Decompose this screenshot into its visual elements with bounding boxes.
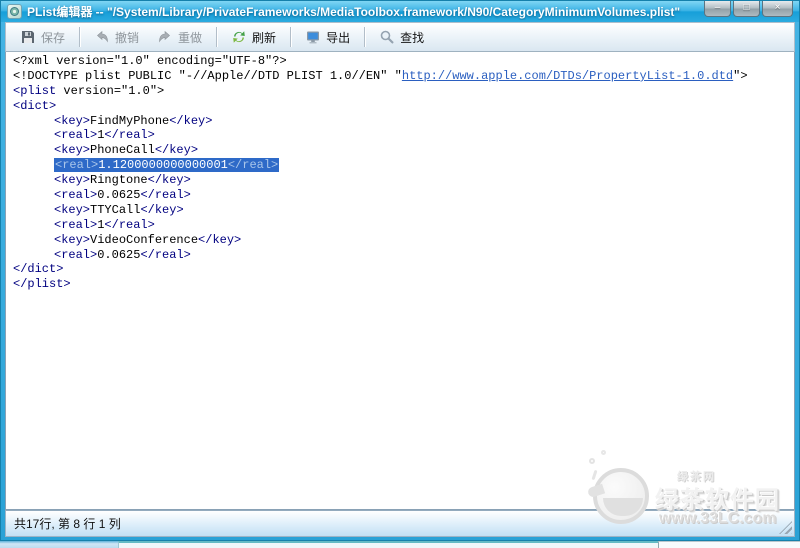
undo-button-label: 撤销 (115, 30, 140, 45)
code-segment: </real> (104, 217, 155, 232)
save-button-label: 保存 (41, 30, 66, 45)
code-segment: <key> (54, 113, 91, 128)
code-segment: </key> (140, 202, 184, 217)
find-button-label: 查找 (400, 30, 425, 45)
code-segment: <?xml version="1.0" encoding="UTF-8"?> (13, 54, 287, 68)
code-segment: VideoConference (90, 232, 199, 247)
window-client-area: 保存 撤销 重做 刷新 导出 查找 <?xml version="1.0" en… (5, 22, 795, 537)
code-segment: version="1.0"> (56, 83, 165, 98)
save-button[interactable]: 保存 (11, 26, 74, 49)
code-segment: <key> (54, 173, 91, 188)
toolbar-separator (290, 27, 292, 47)
code-line[interactable]: <key>TTYCall</key> (13, 203, 794, 218)
code-line[interactable]: <real>0.0625</real> (13, 188, 794, 203)
background-window-segment (118, 541, 658, 548)
toolbar-separator (364, 27, 366, 47)
app-icon (7, 4, 22, 19)
status-bar: 共17行, 第 8 行 1 列 (5, 510, 795, 537)
code-line[interactable]: <!DOCTYPE plist PUBLIC "-//Apple//DTD PL… (13, 69, 794, 84)
code-line[interactable] (13, 292, 794, 307)
code-line[interactable]: <key>Ringtone</key> (13, 173, 794, 188)
save-icon (22, 31, 34, 43)
editor-content: <?xml version="1.0" encoding="UTF-8"?> <!… (5, 52, 795, 510)
code-line[interactable]: </plist> (13, 277, 794, 292)
maximize-button[interactable]: □ (733, 1, 760, 17)
redo-button-label: 重做 (178, 30, 203, 45)
close-button[interactable]: × (762, 1, 793, 17)
window-title: PList编辑器 -- "/System/Library/PrivateFram… (27, 5, 681, 19)
code-segment: </real> (140, 247, 191, 262)
undo-icon (97, 30, 108, 43)
code-segment: </real> (140, 188, 191, 203)
redo-button[interactable]: 重做 (148, 26, 211, 49)
code-segment: <real> (54, 128, 98, 143)
minimize-button[interactable]: – (704, 1, 731, 17)
code-segment: </key> (147, 173, 191, 188)
toolbar-separator (216, 27, 218, 47)
resize-grip[interactable] (779, 521, 792, 534)
code-line[interactable]: <?xml version="1.0" encoding="UTF-8"?> (13, 54, 794, 69)
refresh-button[interactable]: 刷新 (222, 26, 285, 49)
undo-button[interactable]: 撤销 (85, 26, 148, 49)
code-segment: 0.0625 (97, 247, 141, 262)
find-button[interactable]: 查找 (370, 26, 433, 49)
code-line[interactable]: </dict> (13, 262, 794, 277)
refresh-button-label: 刷新 (252, 30, 277, 45)
code-line[interactable]: <real>1</real> (13, 128, 794, 143)
code-segment: </key> (169, 113, 213, 128)
export-icon (307, 31, 320, 44)
refresh-icon (233, 31, 245, 43)
code-segment: <dict> (13, 98, 57, 113)
code-segment: 1.1200000000000001 (98, 158, 228, 173)
code-segment: 0.0625 (97, 188, 141, 203)
code-segment: Ringtone (90, 173, 148, 188)
code-line[interactable]: <real>1</real> (13, 218, 794, 233)
code-segment: <real> (54, 217, 98, 232)
code-line[interactable]: <key>VideoConference</key> (13, 233, 794, 248)
titlebar[interactable]: PList编辑器 -- "/System/Library/PrivateFram… (1, 1, 799, 22)
code-line[interactable]: <key>PhoneCall</key> (13, 143, 794, 158)
background-window-strip (0, 541, 800, 548)
code-line[interactable]: <real>0.0625</real> (13, 248, 794, 263)
code-segment: <key> (54, 202, 91, 217)
plist-editor-window: PList编辑器 -- "/System/Library/PrivateFram… (0, 0, 800, 541)
code-segment: </plist> (13, 277, 71, 292)
code-line-selected[interactable]: <real>1.1200000000000001</real> (13, 158, 794, 173)
window-controls: – □ × (702, 1, 793, 17)
export-button[interactable]: 导出 (296, 26, 359, 49)
code-segment: "> (733, 68, 748, 83)
code-editor[interactable]: <?xml version="1.0" encoding="UTF-8"?> <!… (13, 54, 794, 509)
code-segment: FindMyPhone (90, 113, 170, 128)
code-segment: </real> (227, 158, 279, 173)
toolbar-separator (79, 27, 81, 47)
code-line[interactable]: <dict> (13, 99, 794, 114)
background-window-segment (658, 541, 800, 548)
gear-icon (10, 7, 19, 16)
code-segment: TTYCall (90, 202, 141, 217)
code-segment: </key> (198, 232, 242, 247)
code-segment: <key> (54, 143, 91, 158)
search-icon (380, 30, 394, 44)
code-line[interactable]: <plist version="1.0"> (13, 84, 794, 99)
code-segment: </dict> (13, 262, 64, 277)
redo-icon (159, 30, 170, 43)
code-segment: </key> (154, 143, 199, 158)
code-segment: </real> (104, 128, 155, 143)
export-button-label: 导出 (326, 30, 351, 45)
code-line[interactable]: <key>FindMyPhone</key> (13, 114, 794, 129)
status-text: 共17行, 第 8 行 1 列 (14, 517, 121, 531)
code-segment: <!DOCTYPE plist PUBLIC "-//Apple//DTD PL… (13, 68, 402, 83)
code-segment: <real> (55, 158, 99, 173)
code-segment: <key> (54, 232, 91, 247)
toolbar: 保存 撤销 重做 刷新 导出 查找 (5, 22, 795, 52)
code-segment: <real> (54, 247, 98, 262)
background-window-segment (0, 541, 118, 548)
dtd-link[interactable]: http://www.apple.com/DTDs/PropertyList-1… (402, 69, 733, 83)
code-segment: <plist (13, 83, 57, 98)
code-segment: <real> (54, 188, 98, 203)
code-segment: PhoneCall (90, 143, 155, 158)
